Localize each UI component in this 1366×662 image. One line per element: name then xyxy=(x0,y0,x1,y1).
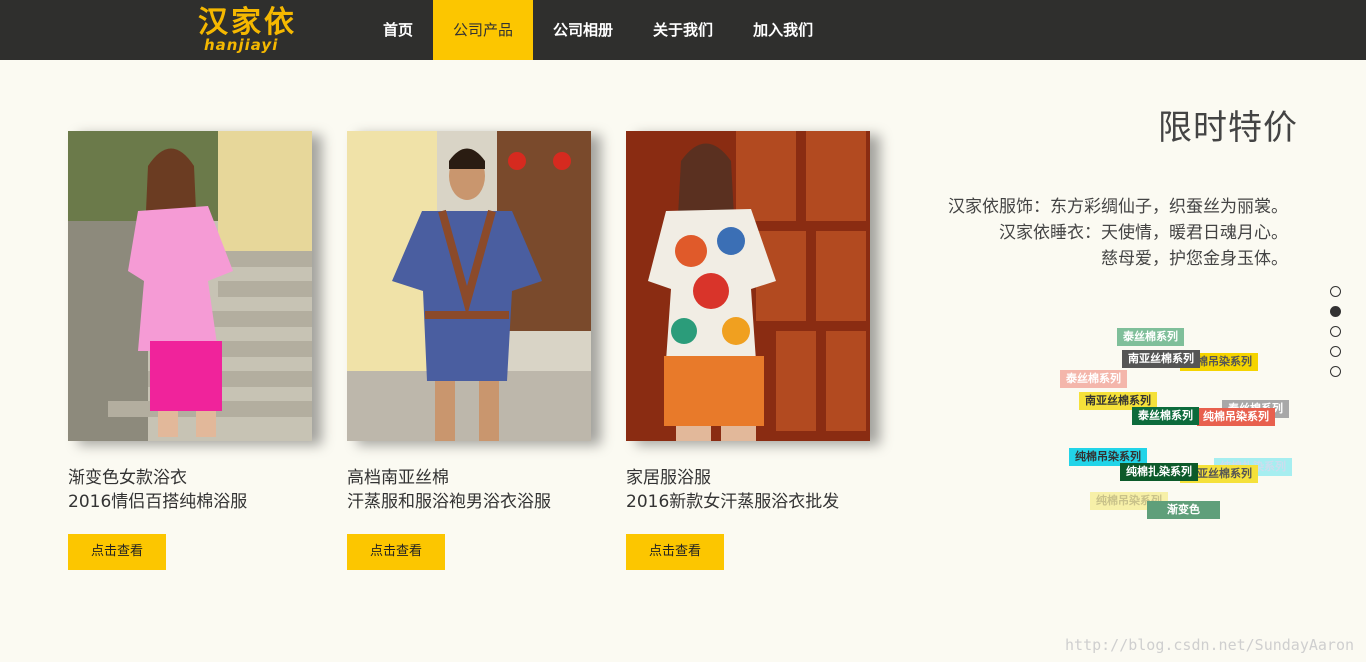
brand-name-en: hanjiayi xyxy=(204,36,279,54)
product-card: 高档南亚丝棉 汗蒸服和服浴袍男浴衣浴服 点击查看 xyxy=(347,131,607,570)
product-subtitle: 汗蒸服和服浴袍男浴衣浴服 xyxy=(347,492,551,512)
slider-dot[interactable] xyxy=(1330,346,1341,357)
product-subtitle: 2016情侣百搭纯棉浴服 xyxy=(68,492,248,512)
slider-dot[interactable] xyxy=(1330,326,1341,337)
product-image-pajama-set xyxy=(626,131,870,441)
product-photo[interactable] xyxy=(347,131,591,441)
brand-name-cn: 汉家依 xyxy=(198,5,297,40)
view-details-button[interactable]: 点击查看 xyxy=(626,534,724,570)
tag-link[interactable]: 渐变色 xyxy=(1147,501,1220,519)
product-card: 渐变色女款浴衣 2016情侣百搭纯棉浴服 点击查看 xyxy=(68,131,328,570)
slogan-line: 汉家依睡衣：天使情，暖君日魂月心。 xyxy=(999,223,1288,243)
slogan-line: 慈母爱，护您金身玉体。 xyxy=(1101,249,1288,269)
brand-slogans: 汉家依服饰：东方彩绸仙子，织蚕丝为丽裳。 汉家依睡衣：天使情，暖君日魂月心。 慈… xyxy=(948,194,1288,272)
view-details-button[interactable]: 点击查看 xyxy=(68,534,166,570)
product-image-men-robe xyxy=(347,131,591,441)
nav-item-home[interactable]: 首页 xyxy=(363,0,433,60)
tag-link[interactable]: 纯棉吊染系列 xyxy=(1197,408,1275,426)
tag-link[interactable]: 南亚丝棉系列 xyxy=(1122,350,1200,368)
watermark: http://blog.csdn.net/SundayAaron xyxy=(1065,636,1354,654)
product-card: 家居服浴服 2016新款女汗蒸服浴衣批发 点击查看 xyxy=(626,131,886,570)
nav-item-about[interactable]: 关于我们 xyxy=(633,0,733,60)
slider-dot[interactable] xyxy=(1330,366,1341,377)
slogan-line: 汉家依服饰：东方彩绸仙子，织蚕丝为丽裳。 xyxy=(948,197,1288,217)
nav-item-album[interactable]: 公司相册 xyxy=(533,0,633,60)
product-image-pink-robe xyxy=(68,131,312,441)
product-photo[interactable] xyxy=(68,131,312,441)
view-details-button[interactable]: 点击查看 xyxy=(347,534,445,570)
product-subtitle: 2016新款女汗蒸服浴衣批发 xyxy=(626,492,840,512)
tag-link[interactable]: 泰丝棉系列 xyxy=(1060,370,1127,388)
tag-link[interactable]: 泰丝棉系列 xyxy=(1117,328,1184,346)
top-navigation-bar: 汉家依 hanjiayi 首页 公司产品 公司相册 关于我们 加入我们 xyxy=(0,0,1366,60)
nav-item-products[interactable]: 公司产品 xyxy=(433,0,534,60)
tag-link[interactable]: 纯棉扎染系列 xyxy=(1120,463,1198,481)
brand-logo[interactable]: 汉家依 hanjiayi xyxy=(198,5,343,54)
product-title: 渐变色女款浴衣 xyxy=(68,468,187,488)
special-offer-title: 限时特价 xyxy=(1158,108,1298,148)
main-nav: 首页 公司产品 公司相册 关于我们 加入我们 xyxy=(363,0,833,60)
slider-dot[interactable] xyxy=(1330,286,1341,297)
product-photo[interactable] xyxy=(626,131,870,441)
nav-item-join[interactable]: 加入我们 xyxy=(733,0,833,60)
tag-link[interactable]: 泰丝棉系列 xyxy=(1132,407,1199,425)
product-title: 高档南亚丝棉 xyxy=(347,468,449,488)
product-title: 家居服浴服 xyxy=(626,468,711,488)
slider-pagination xyxy=(1330,286,1341,386)
slider-dot-active[interactable] xyxy=(1330,306,1341,317)
